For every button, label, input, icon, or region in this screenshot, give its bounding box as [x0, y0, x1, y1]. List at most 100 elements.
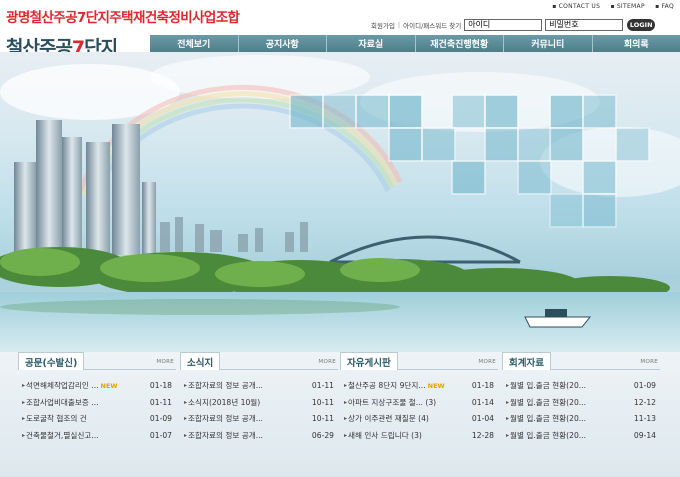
board-header: 소식지 MORE	[180, 352, 338, 370]
list-item[interactable]: ▸ 월별 입.출금 현황(20... 09-14	[502, 427, 660, 444]
top-bar: 광명철산주공7단지주택재건축정비사업조합 CONTACT US SITEMAP …	[0, 0, 680, 34]
board-list: ▸ 조합자료의 정보 공개... 01-11 ▸ 소식지(2018년 10월) 10-1…	[180, 377, 338, 444]
board-list: ▸ 석면해체작업감리인 ... NEW 01-18 ▸ 조합사업비대출보증 ... 01-…	[18, 377, 176, 444]
sitemap-link[interactable]: SITEMAP	[610, 3, 644, 10]
item-date: 10-11	[311, 397, 334, 407]
bullet-icon: ▸	[184, 381, 188, 389]
item-title[interactable]: 월별 입.출금 현황(20...	[510, 430, 630, 441]
bullet-icon: ▸	[22, 415, 26, 423]
city-landscape-illustration	[0, 55, 680, 352]
bullet-icon: ▸	[506, 415, 510, 423]
item-date: 01-11	[311, 380, 334, 390]
password-input[interactable]	[545, 18, 624, 31]
list-item[interactable]: ▸ 상가 이주관련 재질문 (4) 01-04	[340, 411, 498, 428]
join-link[interactable]: 회원가입	[371, 20, 395, 30]
item-title[interactable]: 석면해체작업감리인 ... NEW	[26, 380, 146, 391]
item-date: 01-09	[633, 380, 656, 390]
list-item[interactable]: ▸ 석면해체작업감리인 ... NEW 01-18	[18, 377, 176, 394]
contact-us-link[interactable]: CONTACT US	[552, 3, 600, 10]
list-item[interactable]: ▸ 철산주공 8단지 9단지... NEW 01-18	[340, 377, 498, 394]
board-free-board: 자유게시판 MORE ▸ 철산주공 8단지 9단지... NEW 01-18 ▸ 아파트…	[340, 352, 498, 477]
list-item[interactable]: ▸ 아파트 지상구조물 철... (3) 01-14	[340, 394, 498, 411]
board-accounting: 회계자료 MORE ▸ 월별 입.출금 현황(20... 01-09 ▸ 월별 입.출…	[502, 352, 660, 477]
board-title[interactable]: 소식지	[180, 352, 221, 370]
new-badge: NEW	[427, 381, 445, 390]
list-item[interactable]: ▸ 새해 인사 드립니다 (3) 12-28	[340, 427, 498, 444]
new-badge: NEW	[100, 381, 118, 390]
main-nav: 전체보기 공지사항 자료실 재건축진행현황 커뮤니티 회의록	[150, 35, 680, 52]
board-header: 공문(수발신) MORE	[18, 352, 176, 370]
board-header: 자유게시판 MORE	[340, 352, 498, 370]
item-date: 01-04	[471, 414, 494, 424]
board-list: ▸ 철산주공 8단지 9단지... NEW 01-18 ▸ 아파트 지상구조물 철...…	[340, 377, 498, 444]
more-link[interactable]: MORE	[156, 359, 174, 365]
more-link[interactable]: MORE	[478, 359, 496, 365]
tile-mosaic	[289, 94, 650, 228]
nav-community[interactable]: 커뮤니티	[503, 35, 592, 52]
list-item[interactable]: ▸ 조합자료의 정보 공개... 10-11	[180, 411, 338, 428]
board-newsletter: 소식지 MORE ▸ 조합자료의 정보 공개... 01-11 ▸ 소식지(2018년…	[180, 352, 338, 477]
bullet-icon: ▸	[344, 381, 348, 389]
bullet-icon: ▸	[344, 432, 348, 440]
nav-notice[interactable]: 공지사항	[237, 35, 327, 52]
board-title[interactable]: 회계자료	[502, 352, 551, 370]
list-item[interactable]: ▸ 월별 입.출금 현황(20... 12-12	[502, 394, 660, 411]
more-link[interactable]: MORE	[318, 359, 336, 365]
list-item[interactable]: ▸ 조합자료의 정보 공개... 06-29	[180, 427, 338, 444]
list-item[interactable]: ▸ 월별 입.출금 현황(20... 11-13	[502, 411, 660, 428]
item-title[interactable]: 조합사업비대출보증 ...	[26, 397, 146, 408]
bullet-icon: ▸	[506, 381, 510, 389]
nav-archive[interactable]: 자료실	[326, 35, 415, 52]
nav-progress[interactable]: 재건축진행현황	[414, 35, 504, 52]
item-title[interactable]: 도로굴착 협조의 건	[26, 413, 146, 424]
board-title[interactable]: 공문(수발신)	[18, 352, 85, 370]
item-title[interactable]: 월별 입.출금 현황(20...	[510, 397, 630, 408]
item-title[interactable]: 상가 이주관련 재질문 (4)	[348, 413, 468, 424]
id-input[interactable]	[464, 18, 543, 31]
list-item[interactable]: ▸ 월별 입.출금 현황(20... 01-09	[502, 377, 660, 394]
more-link[interactable]: MORE	[640, 359, 658, 365]
bullet-icon: ▸	[184, 432, 188, 440]
list-item[interactable]: ▸ 건축물철거,멸실신고... 01-07	[18, 427, 176, 444]
nav-minutes[interactable]: 회의록	[591, 35, 680, 52]
item-title[interactable]: 건축물철거,멸실신고...	[26, 430, 146, 441]
item-title[interactable]: 소식지(2018년 10월)	[188, 397, 308, 408]
page: { "header": { "org_title": "광명철산주공7단지주택재…	[0, 0, 680, 477]
item-date: 01-18	[149, 380, 172, 390]
login-form: 회원가입 | 아이디/패스워드 찾기 LOGIN	[371, 18, 656, 31]
item-date: 01-09	[149, 414, 172, 424]
faq-link[interactable]: FAQ	[655, 3, 674, 10]
bullet-icon: ▸	[22, 432, 26, 440]
board-title[interactable]: 자유게시판	[340, 352, 398, 370]
board-list: ▸ 월별 입.출금 현황(20... 01-09 ▸ 월별 입.출금 현황(20...…	[502, 377, 660, 444]
item-date: 10-11	[311, 414, 334, 424]
bullet-icon: ▸	[22, 398, 26, 406]
list-item[interactable]: ▸ 도로굴착 협조의 건 01-09	[18, 411, 176, 428]
item-title[interactable]: 월별 입.출금 현황(20...	[510, 380, 630, 391]
item-date: 12-12	[633, 397, 656, 407]
item-title[interactable]: 조합자료의 정보 공개...	[188, 430, 308, 441]
item-date: 01-11	[149, 397, 172, 407]
org-title[interactable]: 광명철산주공7단지주택재건축정비사업조합	[6, 6, 240, 26]
bullet-icon: ▸	[22, 381, 26, 389]
nav-view-all[interactable]: 전체보기	[150, 35, 238, 52]
board-header: 회계자료 MORE	[502, 352, 660, 370]
bullet-icon: ▸	[506, 432, 510, 440]
item-title[interactable]: 새해 인사 드립니다 (3)	[348, 430, 468, 441]
item-title[interactable]: 아파트 지상구조물 철... (3)	[348, 397, 468, 408]
top-links: CONTACT US SITEMAP FAQ	[544, 3, 674, 10]
separator: |	[397, 20, 401, 29]
login-button[interactable]: LOGIN	[627, 18, 656, 31]
item-title[interactable]: 조합자료의 정보 공개...	[188, 413, 308, 424]
list-item[interactable]: ▸ 소식지(2018년 10월) 10-11	[180, 394, 338, 411]
list-item[interactable]: ▸ 조합자료의 정보 공개... 01-11	[180, 377, 338, 394]
find-account-link[interactable]: 아이디/패스워드 찾기	[403, 20, 461, 30]
hero-image	[0, 52, 680, 352]
item-title[interactable]: 조합자료의 정보 공개...	[188, 380, 308, 391]
item-title[interactable]: 철산주공 8단지 9단지... NEW	[348, 380, 468, 391]
item-date: 01-18	[471, 380, 494, 390]
item-title[interactable]: 월별 입.출금 현황(20...	[510, 413, 630, 424]
item-date: 06-29	[311, 431, 334, 441]
list-item[interactable]: ▸ 조합사업비대출보증 ... 01-11	[18, 394, 176, 411]
bullet-icon: ▸	[506, 398, 510, 406]
